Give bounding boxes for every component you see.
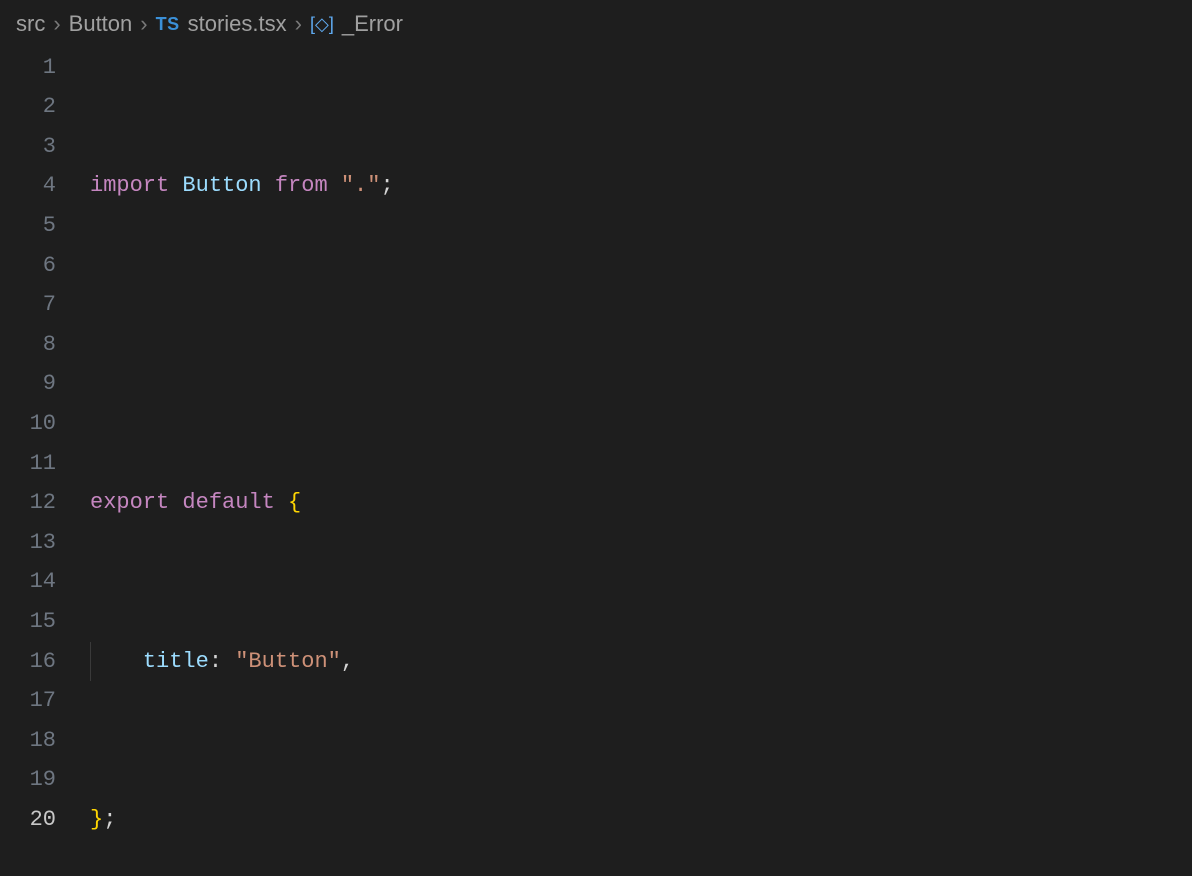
punct-semicolon: ; [380, 173, 393, 198]
breadcrumb-item-button[interactable]: Button [69, 4, 133, 44]
line-number[interactable]: 16 [8, 642, 66, 682]
code-line[interactable] [90, 325, 1192, 365]
line-number[interactable]: 2 [8, 87, 66, 127]
keyword-from: from [275, 173, 328, 198]
brace-close: } [90, 807, 103, 832]
chevron-right-icon: › [140, 4, 147, 44]
line-number[interactable]: 11 [8, 444, 66, 484]
string-literal: "Button" [235, 649, 341, 674]
line-number[interactable]: 10 [8, 404, 66, 444]
line-number[interactable]: 14 [8, 562, 66, 602]
keyword-export: export [90, 490, 169, 515]
line-number[interactable]: 5 [8, 206, 66, 246]
breadcrumb-item-src[interactable]: src [16, 4, 45, 44]
punct-comma: , [341, 649, 354, 674]
brace-open: { [288, 490, 301, 515]
line-number[interactable]: 9 [8, 364, 66, 404]
identifier: Button [182, 173, 261, 198]
line-number[interactable]: 4 [8, 166, 66, 206]
typescript-file-icon: TS [156, 8, 180, 40]
breadcrumb-item-file[interactable]: stories.tsx [188, 4, 287, 44]
line-number[interactable]: 19 [8, 760, 66, 800]
line-number[interactable]: 12 [8, 483, 66, 523]
code-line[interactable]: title: "Button", [90, 642, 1192, 682]
breadcrumb: src › Button › TS stories.tsx › [◇] _Err… [0, 0, 1192, 46]
code-line[interactable]: }; [90, 800, 1192, 840]
line-number[interactable]: 15 [8, 602, 66, 642]
code-area[interactable]: import Button from "."; export default {… [66, 46, 1192, 876]
line-number[interactable]: 8 [8, 325, 66, 365]
line-number-gutter: 1 2 3 4 5 6 7 8 9 10 11 12 13 14 15 16 1… [8, 46, 66, 840]
punct-colon: : [209, 649, 222, 674]
line-number[interactable]: 18 [8, 721, 66, 761]
keyword-default: default [182, 490, 274, 515]
line-number[interactable]: 20 [8, 800, 66, 840]
line-number[interactable]: 3 [8, 127, 66, 167]
chevron-right-icon: › [295, 4, 302, 44]
prop-key: title [143, 649, 209, 674]
line-number[interactable]: 6 [8, 246, 66, 286]
code-editor[interactable]: 1 2 3 4 5 6 7 8 9 10 11 12 13 14 15 16 1… [0, 46, 1192, 876]
keyword-import: import [90, 173, 169, 198]
string-literal: "." [341, 173, 381, 198]
chevron-right-icon: › [53, 4, 60, 44]
code-line[interactable]: import Button from "."; [90, 166, 1192, 206]
punct-semicolon: ; [103, 807, 116, 832]
line-number[interactable]: 1 [8, 48, 66, 88]
line-number[interactable]: 17 [8, 681, 66, 721]
line-number[interactable]: 13 [8, 523, 66, 563]
line-number[interactable]: 7 [8, 285, 66, 325]
symbol-variable-icon: [◇] [310, 8, 334, 40]
code-line[interactable]: export default { [90, 483, 1192, 523]
breadcrumb-item-symbol[interactable]: _Error [342, 4, 403, 44]
